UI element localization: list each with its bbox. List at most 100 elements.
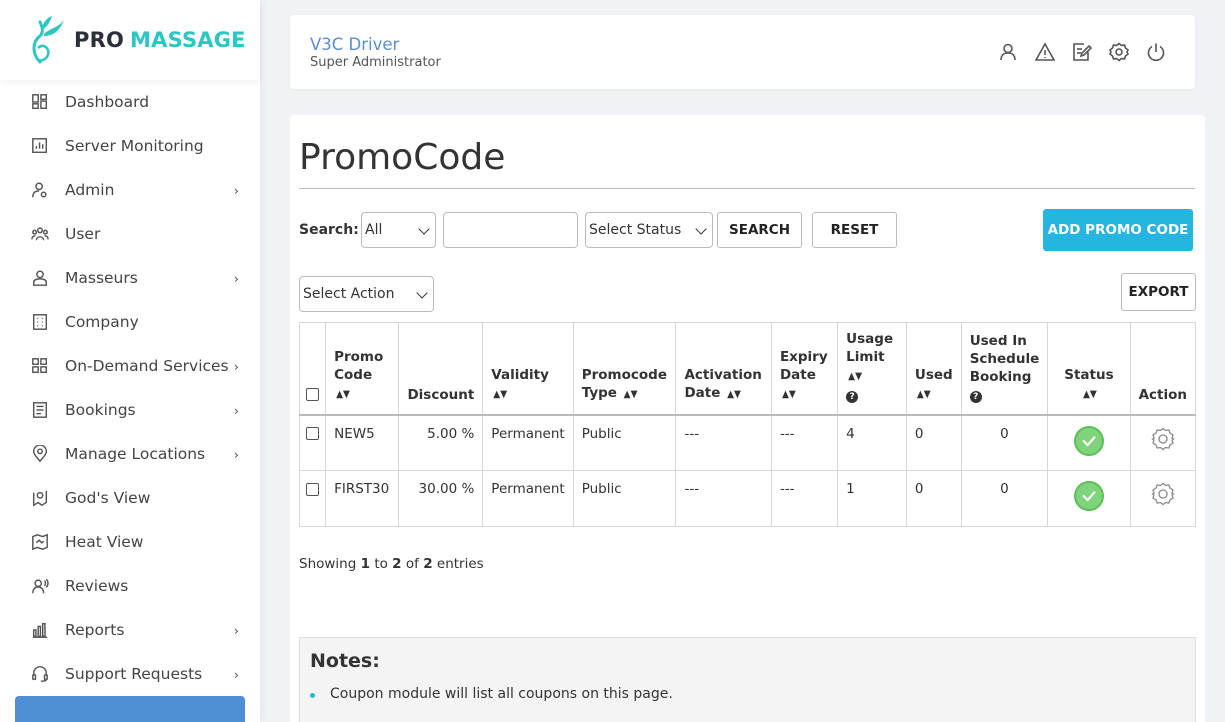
row-select-cell xyxy=(298,414,327,471)
sidebar-item-heat-view[interactable]: Heat View xyxy=(0,520,260,564)
add-promo-code-button[interactable]: ADD PROMO CODE xyxy=(1043,209,1193,251)
help-icon[interactable]: ? xyxy=(969,390,982,403)
heat-map-icon xyxy=(30,532,50,552)
help-icon[interactable]: ? xyxy=(846,390,859,403)
cell-expiry-date: --- xyxy=(770,470,839,527)
row-settings-icon[interactable] xyxy=(1150,426,1176,452)
edit-note-icon[interactable] xyxy=(1071,41,1093,63)
brand-leaf-icon xyxy=(32,16,64,64)
title-divider xyxy=(299,188,1195,189)
search-field-select[interactable]: All xyxy=(361,212,436,248)
sidebar: PRO MASSAGE Dashboard Server Monitoring Adm… xyxy=(0,0,260,722)
sidebar-item-user[interactable]: User xyxy=(0,212,260,256)
sort-icon[interactable]: ▲▼ xyxy=(917,385,931,405)
bulk-action-select[interactable]: Select Action xyxy=(299,276,434,312)
col-activation-date[interactable]: Activation Date ▲▼ xyxy=(675,322,772,415)
brand-logo[interactable]: PRO MASSAGE xyxy=(0,0,260,80)
table-row: NEW5 5.00 % Permanent Public --- --- 4 0 0 xyxy=(298,414,1197,471)
col-promo-code[interactable]: Promo Code ▲▼ xyxy=(325,322,400,415)
cell-action xyxy=(1129,414,1197,471)
chevron-down-icon xyxy=(695,223,707,235)
cell-validity: Permanent xyxy=(482,470,574,527)
export-button[interactable]: EXPORT xyxy=(1121,273,1196,311)
cell-type: Public xyxy=(572,414,677,471)
search-input[interactable] xyxy=(443,212,578,248)
profile-icon[interactable] xyxy=(997,41,1019,63)
sort-icon[interactable]: ▲▼ xyxy=(1083,385,1097,405)
col-validity[interactable]: Validity ▲▼ xyxy=(482,322,574,415)
cell-activation-date: --- xyxy=(675,414,772,471)
sidebar-item-label: Masseurs xyxy=(65,269,138,287)
sidebar-item-label: Support Requests xyxy=(65,665,203,683)
row-settings-icon[interactable] xyxy=(1150,481,1176,507)
sidebar-item-label: On-Demand Services xyxy=(65,357,229,375)
cell-usage-limit: 1 xyxy=(837,470,907,527)
sidebar-item-admin[interactable]: Admin › xyxy=(0,168,260,212)
sort-icon[interactable]: ▲▼ xyxy=(336,385,350,405)
search-label: Search: xyxy=(299,222,359,238)
cell-promo-code: NEW5 xyxy=(325,414,400,471)
table-row: FIRST30 30.00 % Permanent Public --- --- 1 0 0 xyxy=(298,470,1197,527)
table-header-row: Promo Code ▲▼ Discount Validity ▲▼ Promoc… xyxy=(298,322,1197,415)
notes-title: Notes: xyxy=(310,650,380,672)
search-button[interactable]: SEARCH xyxy=(717,212,802,248)
sidebar-item-label: Server Monitoring xyxy=(65,137,204,155)
map-eye-icon xyxy=(30,488,50,508)
status-active-icon[interactable] xyxy=(1073,481,1104,511)
sort-icon[interactable]: ▲▼ xyxy=(848,367,862,387)
cell-status xyxy=(1047,414,1131,471)
sidebar-item-label: Bookings xyxy=(65,401,136,419)
chevron-right-icon: › xyxy=(234,184,239,198)
cell-expiry-date: --- xyxy=(770,414,839,471)
sidebar-item-company[interactable]: Company xyxy=(0,300,260,344)
sort-icon[interactable]: ▲▼ xyxy=(727,385,741,405)
sort-icon[interactable]: ▲▼ xyxy=(782,385,796,405)
sidebar-item-support-requests[interactable]: Support Requests › xyxy=(0,652,260,696)
sidebar-item-label: God's View xyxy=(65,489,151,507)
sidebar-item-server-monitoring[interactable]: Server Monitoring xyxy=(0,124,260,168)
select-all-checkbox[interactable] xyxy=(306,388,320,401)
cell-type: Public xyxy=(572,470,677,527)
sidebar-item-reviews[interactable]: Reviews xyxy=(0,564,260,608)
sort-icon[interactable]: ▲▼ xyxy=(624,385,638,405)
chevron-right-icon: › xyxy=(234,668,239,682)
sidebar-item-label: Reports xyxy=(65,621,125,639)
col-used[interactable]: Used ▲▼ xyxy=(905,322,962,415)
sidebar-item-masseurs[interactable]: Masseurs › xyxy=(0,256,260,300)
dashboard-icon xyxy=(30,92,50,112)
row-checkbox[interactable] xyxy=(306,482,320,496)
status-active-icon[interactable] xyxy=(1073,425,1104,456)
sidebar-item-bookings[interactable]: Bookings › xyxy=(0,388,260,432)
cell-status xyxy=(1047,470,1131,527)
power-icon[interactable] xyxy=(1145,41,1167,63)
sidebar-active-item[interactable] xyxy=(15,696,245,722)
sidebar-item-on-demand-services[interactable]: On-Demand Services › xyxy=(0,344,260,388)
cell-used-schedule: 0 xyxy=(960,470,1049,527)
user-name[interactable]: V3C Driver xyxy=(310,35,399,54)
settings-icon[interactable] xyxy=(1108,41,1130,63)
cell-action xyxy=(1129,470,1197,527)
chevron-right-icon: › xyxy=(234,272,239,286)
sidebar-item-god-s-view[interactable]: God's View xyxy=(0,476,260,520)
col-expiry-date[interactable]: Expiry Date ▲▼ xyxy=(770,322,839,415)
col-promocode-type[interactable]: Promocode Type ▲▼ xyxy=(572,322,677,415)
sidebar-item-manage-locations[interactable]: Manage Locations › xyxy=(0,432,260,476)
reset-button[interactable]: RESET xyxy=(812,212,897,248)
sidebar-item-label: User xyxy=(65,225,101,243)
sidebar-item-dashboard[interactable]: Dashboard xyxy=(0,80,260,124)
sidebar-item-reports[interactable]: Reports › xyxy=(0,608,260,652)
sort-icon[interactable]: ▲▼ xyxy=(493,385,507,405)
col-used-in-schedule-booking: Used In Schedule Booking ? xyxy=(960,322,1049,415)
col-discount: Discount xyxy=(398,322,484,415)
list-doc-icon xyxy=(30,400,50,420)
col-status[interactable]: Status ▲▼ xyxy=(1047,322,1131,415)
cell-promo-code: FIRST30 xyxy=(325,470,400,527)
page-title: PromoCode xyxy=(299,137,506,178)
headset-icon xyxy=(30,664,50,684)
sidebar-item-label: Reviews xyxy=(65,577,129,595)
status-select[interactable]: Select Status xyxy=(585,212,713,248)
alert-icon[interactable] xyxy=(1034,41,1056,63)
col-usage-limit[interactable]: Usage Limit ▲▼? xyxy=(837,322,907,415)
promo-table: Promo Code ▲▼ Discount Validity ▲▼ Promoc… xyxy=(298,322,1197,527)
row-checkbox[interactable] xyxy=(306,427,320,440)
